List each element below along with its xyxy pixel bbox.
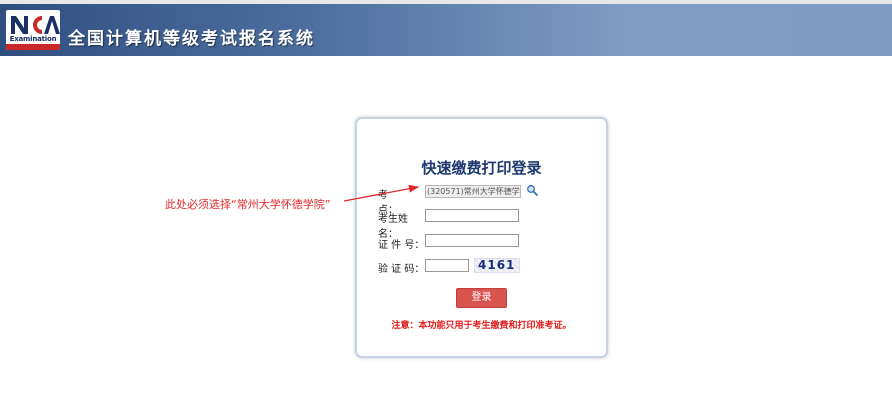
ncre-logo: Examination bbox=[6, 10, 60, 50]
login-title: 快速缴费打印登录 bbox=[421, 159, 542, 177]
logo-text: Examination bbox=[9, 35, 57, 43]
login-button[interactable]: 登录 bbox=[456, 288, 507, 308]
site-title: 全国计算机等级考试报名系统 bbox=[68, 29, 315, 49]
name-input[interactable] bbox=[425, 209, 519, 222]
id-number-input[interactable] bbox=[425, 234, 519, 247]
id-label: 证 件 号： bbox=[378, 240, 425, 251]
captcha-image[interactable]: 4161 bbox=[474, 258, 520, 273]
search-icon[interactable] bbox=[526, 184, 538, 196]
logo-band bbox=[6, 44, 60, 50]
notice-text: 注意：本功能只用于考生缴费和打印准考证。 bbox=[391, 321, 572, 331]
exam-site-select[interactable]: (320571)常州大学怀德学 bbox=[425, 185, 521, 198]
captcha-label: 验 证 码： bbox=[378, 264, 425, 275]
annotation-text: 此处必须选择“常州大学怀德学院” bbox=[165, 198, 331, 211]
login-card: 快速缴费打印登录 考 点： (320571)常州大学怀德学 考生姓名： 证 件 … bbox=[355, 117, 608, 358]
site-header: Examination 全国计算机等级考试报名系统 bbox=[0, 4, 892, 56]
captcha-input[interactable] bbox=[425, 259, 469, 272]
